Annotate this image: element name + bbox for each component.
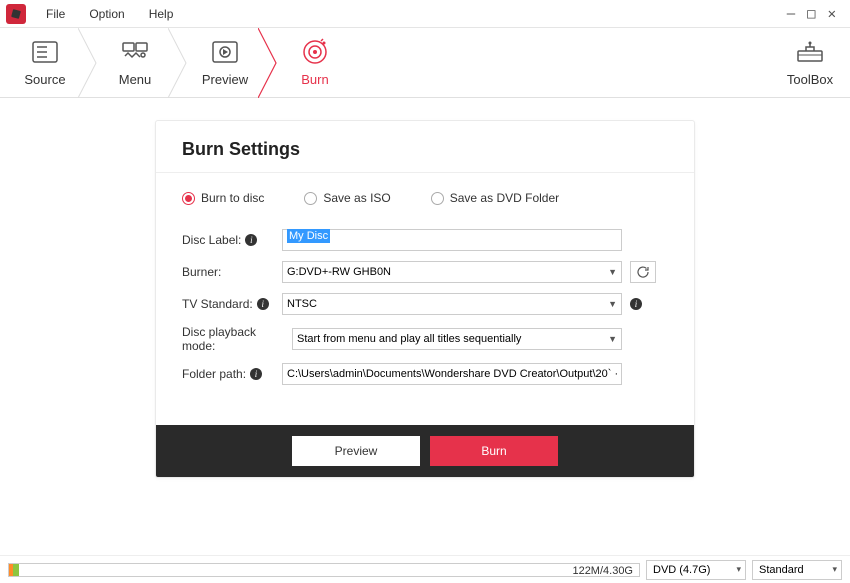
- tv-standard-select[interactable]: NTSC▼: [282, 293, 622, 315]
- tab-toolbox[interactable]: ToolBox: [770, 28, 850, 97]
- burner-select[interactable]: G:DVD+-RW GHB0N▼: [282, 261, 622, 283]
- quality-select[interactable]: Standard: [752, 560, 842, 580]
- title-bar: File Option Help — □ ✕: [0, 0, 850, 28]
- refresh-button[interactable]: [630, 261, 656, 283]
- radio-label: Save as DVD Folder: [450, 191, 559, 205]
- burner-label: Burner:: [182, 265, 221, 279]
- disc-label-label: Disc Label:: [182, 233, 241, 247]
- tab-menu-label: Menu: [119, 72, 152, 87]
- folder-path-label: Folder path:: [182, 367, 246, 381]
- info-icon[interactable]: i: [250, 368, 262, 380]
- info-icon[interactable]: i: [257, 298, 269, 310]
- chevron-down-icon: ▼: [608, 299, 617, 309]
- chevron-down-icon: ▼: [608, 267, 617, 277]
- refresh-icon: [636, 265, 650, 279]
- radio-label: Burn to disc: [201, 191, 264, 205]
- radio-icon: [431, 192, 444, 205]
- radio-label: Save as ISO: [323, 191, 390, 205]
- maximize-button[interactable]: □: [807, 6, 815, 22]
- tab-burn-label: Burn: [301, 72, 328, 87]
- toolbox-icon: [796, 38, 824, 66]
- playback-mode-label: Disc playback mode:: [182, 325, 292, 353]
- disc-label-input[interactable]: My Disc: [282, 229, 622, 251]
- tab-source[interactable]: Source: [0, 28, 90, 97]
- panel-footer: Preview Burn: [156, 425, 694, 477]
- menu-help[interactable]: Help: [137, 7, 186, 21]
- radio-icon: [304, 192, 317, 205]
- chevron-down-icon: ▼: [608, 334, 617, 344]
- burn-settings-panel: Burn Settings Burn to disc Save as ISO S…: [155, 120, 695, 478]
- folder-path-input[interactable]: C:\Users\admin\Documents\Wondershare DVD…: [282, 363, 622, 385]
- info-icon[interactable]: i: [630, 298, 642, 310]
- preview-button[interactable]: Preview: [292, 436, 420, 466]
- disc-type-select[interactable]: DVD (4.7G): [646, 560, 746, 580]
- capacity-label: 122M/4.30G: [572, 564, 633, 578]
- tab-burn[interactable]: Burn: [270, 28, 360, 97]
- capacity-fill: [9, 564, 19, 576]
- app-icon: [6, 4, 26, 24]
- output-type-radios: Burn to disc Save as ISO Save as DVD Fol…: [182, 173, 668, 219]
- tab-toolbox-label: ToolBox: [787, 72, 833, 87]
- preview-icon: [211, 38, 239, 66]
- menu-option[interactable]: Option: [77, 7, 136, 21]
- radio-save-as-iso[interactable]: Save as ISO: [304, 191, 390, 205]
- minimize-button[interactable]: —: [787, 6, 795, 22]
- close-button[interactable]: ✕: [828, 6, 836, 22]
- burn-button[interactable]: Burn: [430, 436, 558, 466]
- tab-source-label: Source: [24, 72, 65, 87]
- status-bar: 122M/4.30G DVD (4.7G) Standard: [0, 555, 850, 583]
- burn-icon: [301, 38, 329, 66]
- menu-icon: [121, 38, 149, 66]
- radio-save-as-dvd-folder[interactable]: Save as DVD Folder: [431, 191, 559, 205]
- playback-mode-select[interactable]: Start from menu and play all titles sequ…: [292, 328, 622, 350]
- tab-menu[interactable]: Menu: [90, 28, 180, 97]
- radio-icon: [182, 192, 195, 205]
- step-tabs: Source Menu Preview Burn ToolBox: [0, 28, 850, 98]
- radio-burn-to-disc[interactable]: Burn to disc: [182, 191, 264, 205]
- menu-file[interactable]: File: [34, 7, 77, 21]
- tv-standard-label: TV Standard:: [182, 297, 253, 311]
- panel-title: Burn Settings: [182, 139, 668, 160]
- tab-preview-label: Preview: [202, 72, 248, 87]
- tab-preview[interactable]: Preview: [180, 28, 270, 97]
- info-icon[interactable]: i: [245, 234, 257, 246]
- capacity-bar: 122M/4.30G: [8, 563, 640, 577]
- source-icon: [31, 38, 59, 66]
